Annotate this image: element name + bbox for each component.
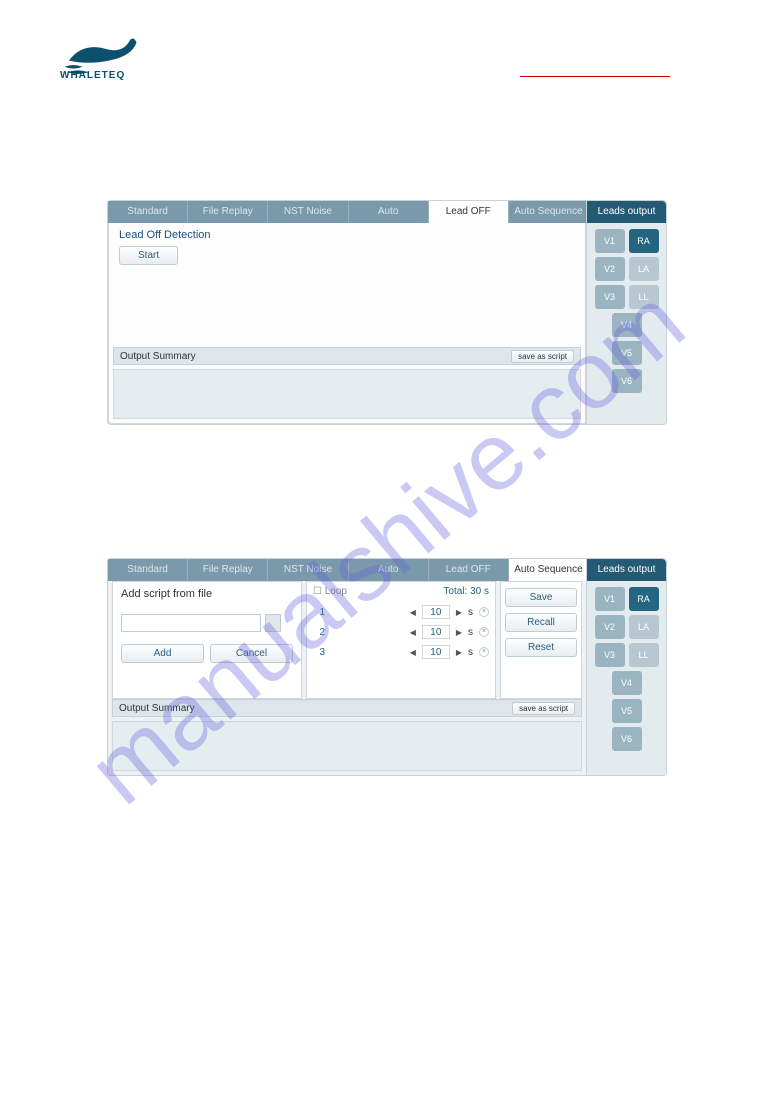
leads-output-header: Leads output — [587, 201, 666, 223]
total-label: Total: 30 s — [443, 586, 489, 597]
delete-row-icon[interactable]: × — [479, 627, 489, 637]
add-script-label: Add script from file — [121, 588, 293, 600]
header-divider — [520, 76, 670, 77]
output-summary-bar: Output Summary save as script — [113, 347, 581, 365]
lead-v5[interactable]: V5 — [612, 341, 642, 365]
prev-arrow-icon[interactable]: ◀ — [410, 648, 416, 657]
output-summary-label: Output Summary — [120, 351, 196, 362]
sequence-row-2: 2 ◀ 10 ▶ s × — [313, 625, 489, 639]
lead-la[interactable]: LA — [629, 615, 659, 639]
tab2-auto[interactable]: Auto — [349, 559, 429, 581]
tab-auto-sequence[interactable]: Auto Sequence — [509, 201, 588, 223]
add-button[interactable]: Add — [121, 644, 204, 663]
seq-value[interactable]: 10 — [422, 645, 450, 659]
delete-row-icon[interactable]: × — [479, 607, 489, 617]
lead-off-detection-label: Lead Off Detection — [119, 229, 575, 241]
seq-value[interactable]: 10 — [422, 605, 450, 619]
lead-v6[interactable]: V6 — [612, 727, 642, 751]
seq-unit: s — [468, 607, 473, 618]
tab-bar-2: Standard File Replay NST Noise Auto Lead… — [108, 559, 588, 581]
tab-standard[interactable]: Standard — [108, 201, 188, 223]
seq-unit: s — [468, 647, 473, 658]
recall-button[interactable]: Recall — [505, 613, 577, 632]
save-as-script-button-2[interactable]: save as script — [512, 702, 575, 715]
leads-output-panel: Leads output V1 RA V2 LA V3 LL V4 V5 V6 — [586, 201, 666, 424]
lead-v4[interactable]: V4 — [612, 671, 642, 695]
lead-v2[interactable]: V2 — [595, 615, 625, 639]
next-arrow-icon[interactable]: ▶ — [456, 648, 462, 657]
start-button[interactable]: Start — [119, 246, 178, 265]
auto-sequence-panel: Standard File Replay NST Noise Auto Lead… — [107, 558, 667, 776]
prev-arrow-icon[interactable]: ◀ — [410, 628, 416, 637]
logo-text: WHALETEQ — [60, 70, 125, 81]
lead-ll[interactable]: LL — [629, 643, 659, 667]
sequence-actions: Save Recall Reset — [500, 581, 582, 699]
tab2-lead-off[interactable]: Lead OFF — [429, 559, 509, 581]
prev-arrow-icon[interactable]: ◀ — [410, 608, 416, 617]
lead-v6[interactable]: V6 — [612, 369, 642, 393]
lead-v1[interactable]: V1 — [595, 229, 625, 253]
seq-index: 1 — [313, 607, 325, 618]
sequence-list: ☐ Loop Total: 30 s 1 ◀ 10 ▶ s × 2 ◀ 10 ▶… — [306, 581, 496, 699]
lead-off-panel: Standard File Replay NST Noise Auto Lead… — [107, 200, 667, 425]
output-summary-bar-2: Output Summary save as script — [112, 699, 582, 717]
tab-lead-off[interactable]: Lead OFF — [429, 201, 509, 223]
loop-checkbox-label[interactable]: ☐ Loop — [313, 586, 347, 597]
add-script-section: Add script from file Add Cancel — [112, 581, 302, 699]
script-path-input[interactable] — [121, 614, 261, 632]
sequence-row-3: 3 ◀ 10 ▶ s × — [313, 645, 489, 659]
tab-bar: Standard File Replay NST Noise Auto Lead… — [108, 201, 588, 223]
tab2-file-replay[interactable]: File Replay — [188, 559, 268, 581]
delete-row-icon[interactable]: × — [479, 647, 489, 657]
output-summary-area-2 — [112, 721, 582, 771]
lead-v4[interactable]: V4 — [612, 313, 642, 337]
lead-ra[interactable]: RA — [629, 587, 659, 611]
lead-la[interactable]: LA — [629, 257, 659, 281]
lead-v3[interactable]: V3 — [595, 643, 625, 667]
next-arrow-icon[interactable]: ▶ — [456, 628, 462, 637]
output-summary-area — [113, 369, 581, 419]
lead-v5[interactable]: V5 — [612, 699, 642, 723]
next-arrow-icon[interactable]: ▶ — [456, 608, 462, 617]
lead-ll[interactable]: LL — [629, 285, 659, 309]
lead-v3[interactable]: V3 — [595, 285, 625, 309]
leads-output-header-2: Leads output — [587, 559, 666, 581]
leads-output-panel-2: Leads output V1 RA V2 LA V3 LL V4 V5 V6 — [586, 559, 666, 775]
seq-index: 2 — [313, 627, 325, 638]
tab2-auto-sequence[interactable]: Auto Sequence — [509, 559, 588, 581]
tab-nst-noise[interactable]: NST Noise — [268, 201, 348, 223]
tab-file-replay[interactable]: File Replay — [188, 201, 268, 223]
tab2-nst-noise[interactable]: NST Noise — [268, 559, 348, 581]
seq-value[interactable]: 10 — [422, 625, 450, 639]
lead-ra[interactable]: RA — [629, 229, 659, 253]
save-button[interactable]: Save — [505, 588, 577, 607]
tab-auto[interactable]: Auto — [349, 201, 429, 223]
save-as-script-button[interactable]: save as script — [511, 350, 574, 363]
browse-button[interactable] — [265, 614, 281, 632]
seq-index: 3 — [313, 647, 325, 658]
sequence-row-1: 1 ◀ 10 ▶ s × — [313, 605, 489, 619]
lead-off-content: Lead Off Detection Start Output Summary … — [108, 223, 586, 424]
lead-v1[interactable]: V1 — [595, 587, 625, 611]
lead-v2[interactable]: V2 — [595, 257, 625, 281]
seq-unit: s — [468, 627, 473, 638]
output-summary-label: Output Summary — [119, 703, 195, 714]
reset-button[interactable]: Reset — [505, 638, 577, 657]
tab2-standard[interactable]: Standard — [108, 559, 188, 581]
cancel-button[interactable]: Cancel — [210, 644, 293, 663]
